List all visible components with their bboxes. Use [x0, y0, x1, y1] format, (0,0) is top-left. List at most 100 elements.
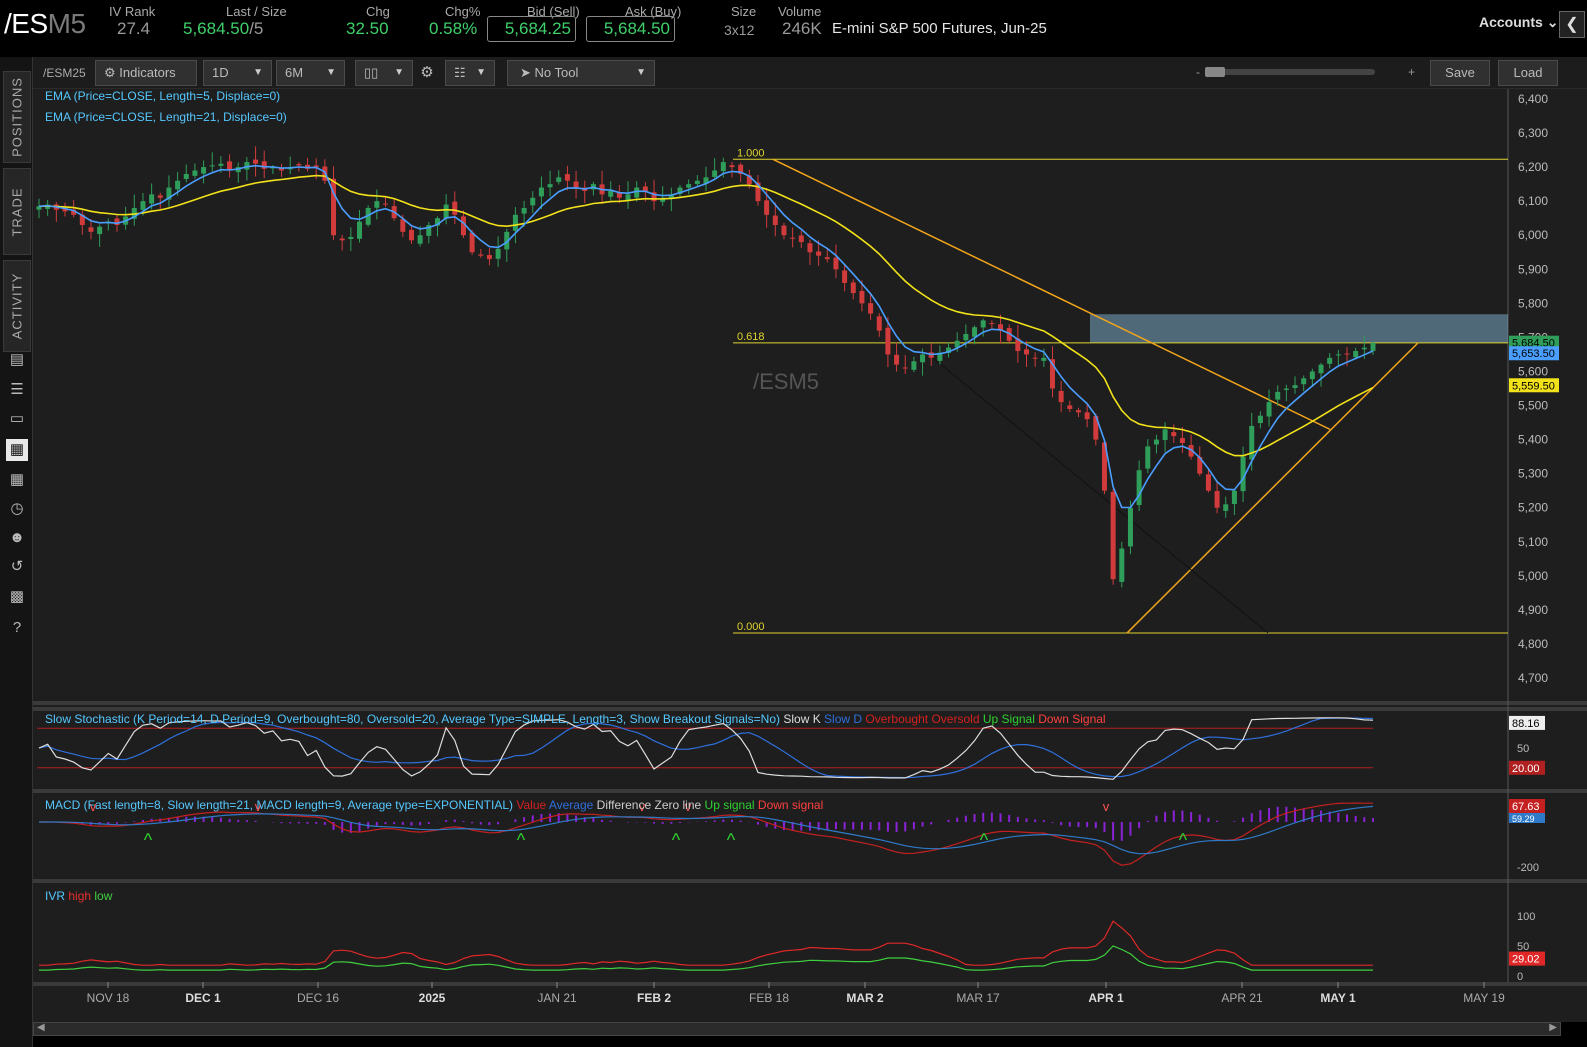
list-icon[interactable]: ☰	[6, 379, 28, 401]
horizontal-scrollbar[interactable]: ◀ ▶	[33, 1022, 1561, 1036]
chart-symbol[interactable]: /ESM25	[43, 66, 86, 80]
stochastic-study-label[interactable]: Slow Stochastic (K Period=14, D Period=9…	[45, 712, 1106, 726]
xaxis-divider	[33, 982, 1587, 986]
zoom-out-button[interactable]: -	[1196, 65, 1200, 79]
chevron-down-icon: ⌄	[1546, 14, 1559, 30]
users-icon[interactable]: ☻	[6, 527, 28, 549]
candle-body	[1032, 357, 1038, 359]
accounts-menu[interactable]: Accounts ⌄	[1479, 14, 1558, 31]
price-tick-label: 5,200	[1518, 501, 1548, 515]
gauge-icon[interactable]: ◷	[6, 498, 28, 520]
collapse-left-icon[interactable]: ❮	[1559, 11, 1585, 38]
tool-select[interactable]: ➤ No Tool ▼	[507, 60, 655, 86]
candle-body	[348, 236, 354, 239]
candle-body	[1301, 378, 1307, 385]
candle-body	[1318, 364, 1324, 374]
chart-style-select[interactable]: ▯▯ ▼	[355, 60, 413, 86]
price-tag-label: 5,559.50	[1512, 380, 1555, 392]
zoom-slider[interactable]	[1205, 69, 1375, 75]
fib-level-label: 1.000	[737, 147, 765, 159]
left-sidebar: POSITIONS TRADE ACTIVITY ▤ ☰ ▭ ▦ ▦ ◷ ☻ ↺…	[0, 57, 33, 1047]
candle-body	[876, 316, 882, 331]
iv-rank-value: 27.4	[117, 19, 151, 38]
candle-body	[616, 193, 622, 198]
candle-body	[859, 290, 865, 304]
price-tick-label: 5,500	[1518, 399, 1548, 413]
globe-icon: ☷	[454, 65, 466, 80]
ivr-study-label[interactable]: IVR high low	[45, 889, 112, 903]
tab-activity[interactable]: ACTIVITY	[3, 260, 31, 352]
date-tick-label: FEB 18	[749, 991, 789, 1005]
help-icon[interactable]: ?	[6, 617, 28, 639]
last-size-value: 5,684.50/5	[183, 19, 264, 38]
symbol-title[interactable]: /ESM5	[4, 8, 86, 40]
indicators-button[interactable]: ⚙ Indicators	[95, 60, 197, 86]
candle-body	[781, 225, 787, 236]
candle-body	[452, 201, 458, 215]
candle-body	[140, 201, 146, 210]
candle-body	[1075, 410, 1081, 413]
chevron-down-icon: ▼	[326, 67, 336, 78]
candle-body	[608, 190, 614, 197]
history-icon[interactable]: ↺	[6, 556, 28, 578]
ask-button[interactable]: 5,684.50	[586, 16, 675, 42]
candle-body	[764, 200, 770, 215]
candle-body	[842, 270, 848, 283]
price-tick-label: 5,400	[1518, 433, 1548, 447]
ema5-study-label[interactable]: EMA (Price=CLOSE, Length=5, Displace=0)	[45, 89, 280, 103]
stoch-tick-label: 88.16	[1512, 718, 1540, 730]
candle-body	[868, 303, 874, 314]
price-tick-label: 4,700	[1518, 671, 1548, 685]
candle-body	[920, 354, 926, 363]
bid-button[interactable]: 5,684.25	[487, 16, 576, 42]
candle-body	[1327, 357, 1333, 364]
stoch-tick-label: 50	[1517, 743, 1529, 755]
zoom-slider-thumb[interactable]	[1205, 67, 1225, 77]
drawing-style-select[interactable]: ☷ ▼	[445, 60, 495, 86]
interval-select[interactable]: 1D ▼	[203, 60, 272, 86]
main-panel-divider	[33, 701, 1587, 705]
layout-icon[interactable]: ▦	[6, 469, 28, 491]
monitor-icon[interactable]: ▭	[6, 408, 28, 430]
candle-body	[885, 327, 891, 355]
candle-body	[712, 170, 718, 177]
macd-tick-label: -200	[1517, 862, 1539, 874]
range-select[interactable]: 6M ▼	[276, 60, 345, 86]
candle-body	[417, 235, 423, 244]
calendar-icon[interactable]: ▩	[6, 586, 28, 608]
candle-body	[1231, 490, 1237, 504]
candle-body	[1136, 470, 1142, 506]
candle-body	[686, 184, 692, 188]
macd-up-signal: ^	[980, 830, 989, 850]
candle-body	[1067, 405, 1073, 409]
macd-study-label[interactable]: MACD (Fast length=8, Slow length=21, MAC…	[45, 798, 823, 812]
save-button[interactable]: Save	[1430, 60, 1490, 86]
date-tick-label: APR 1	[1088, 991, 1124, 1005]
news-icon[interactable]: ▤	[6, 349, 28, 371]
load-button[interactable]: Load	[1498, 60, 1558, 86]
candle-body	[1344, 353, 1350, 355]
macd-up-signal: ^	[672, 830, 681, 850]
candle-body	[564, 174, 570, 181]
candle-body	[400, 219, 406, 232]
candle-body	[1292, 385, 1298, 389]
price-tag-label: 5,653.50	[1512, 348, 1555, 360]
candle-body	[201, 167, 207, 174]
candle-body	[642, 186, 648, 191]
scroll-right-icon[interactable]: ▶	[1549, 1022, 1557, 1033]
candle-body	[1309, 371, 1315, 380]
candle-body	[911, 361, 917, 370]
tab-trade[interactable]: TRADE	[3, 168, 31, 255]
chart-grid-icon[interactable]: ▦	[6, 439, 28, 461]
candlestick-icon: ▯▯	[364, 65, 379, 80]
zoom-in-button[interactable]: +	[1408, 65, 1415, 79]
candle-body	[1223, 504, 1229, 511]
ema21-study-label[interactable]: EMA (Price=CLOSE, Length=21, Displace=0)	[45, 110, 287, 124]
chart-area[interactable]: 1.000 0.618 0.000 /ESM5 6,400 6,300 6,200 6,1…	[33, 89, 1587, 1047]
settings-gear-icon[interactable]: ⚙	[416, 62, 438, 84]
quote-bar: /ESM5 IV Rank 27.4 Last / Size 5,684.50/…	[0, 0, 1587, 57]
tab-positions[interactable]: POSITIONS	[3, 71, 31, 163]
chart-canvas[interactable]: 1.000 0.618 0.000 /ESM5 6,400 6,300 6,200 6,1…	[33, 89, 1587, 1022]
scroll-left-icon[interactable]: ◀	[37, 1022, 45, 1033]
candle-body	[980, 320, 986, 328]
